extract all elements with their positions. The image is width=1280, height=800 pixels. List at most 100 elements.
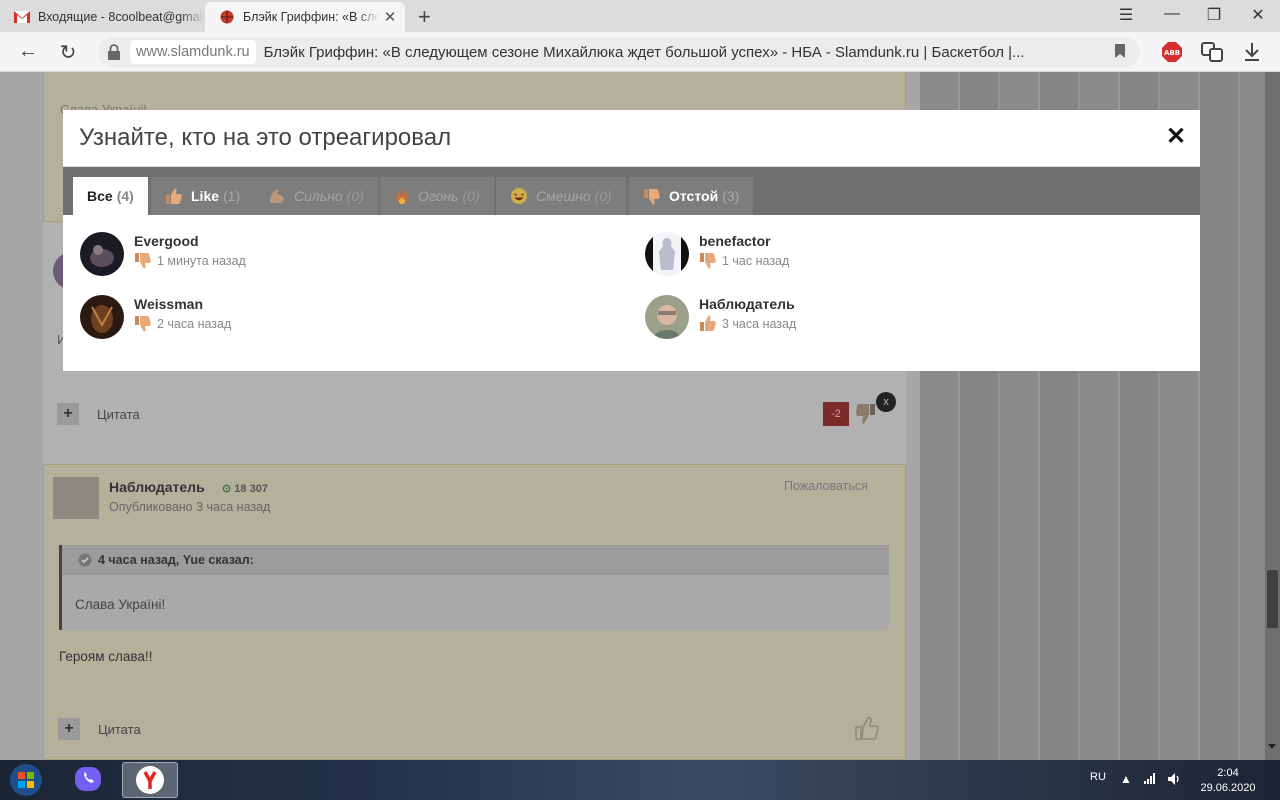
- translate-icon[interactable]: [1200, 40, 1224, 64]
- avatar[interactable]: [80, 232, 124, 276]
- tab-funny[interactable]: Смешно (0): [496, 177, 626, 215]
- language-indicator[interactable]: RU: [1090, 771, 1106, 783]
- address-bar: ← ↻ www.slamdunk.ru Блэйк Гриффин: «В сл…: [0, 32, 1280, 72]
- start-button[interactable]: [6, 762, 46, 798]
- lock-icon: [106, 43, 124, 61]
- user-name[interactable]: Weissman: [134, 296, 231, 312]
- gmail-icon: [14, 9, 30, 25]
- url-page-title: Блэйк Гриффин: «В следующем сезоне Михай…: [263, 43, 1025, 61]
- tab-count: (0): [462, 188, 480, 204]
- thumbs-down-icon: [643, 188, 661, 205]
- clock[interactable]: 2:04 29.06.2020: [1200, 766, 1256, 796]
- reputation-value: 18 307: [234, 483, 268, 495]
- tab-all[interactable]: Все (4): [73, 177, 148, 215]
- tab-like[interactable]: Like (1): [151, 177, 255, 215]
- reputation-badge: ⊙ 18 307: [222, 482, 268, 495]
- tab-count: (3): [722, 188, 740, 204]
- user-name[interactable]: Наблюдатель: [699, 296, 796, 312]
- avatar[interactable]: [53, 477, 99, 519]
- user-name[interactable]: benefactor: [699, 233, 789, 249]
- flexed-arm-icon: [268, 188, 286, 205]
- reputation-icon: ⊙: [222, 483, 232, 495]
- fire-icon: [394, 187, 410, 205]
- close-reaction-icon[interactable]: x: [876, 392, 896, 412]
- tab-title: Входящие - 8coolbeat@gmail.com: [38, 10, 205, 24]
- check-circle-icon: [78, 553, 92, 575]
- network-icon[interactable]: [1143, 772, 1157, 787]
- scroll-down-arrow-icon[interactable]: [1268, 744, 1276, 749]
- laughing-face-icon: [510, 187, 528, 205]
- thumbs-up-icon[interactable]: [854, 716, 880, 746]
- thumbs-down-icon: [699, 252, 717, 269]
- quote-button[interactable]: Цитата: [97, 407, 140, 422]
- close-icon[interactable]: ✕: [1166, 122, 1186, 151]
- quote-row: + Цитата: [58, 718, 141, 740]
- comment-text: Героям слава!!: [59, 649, 153, 664]
- list-item[interactable]: benefactor 1 час назад: [645, 232, 789, 276]
- user-name[interactable]: Evergood: [134, 233, 246, 249]
- reaction-score-badge[interactable]: -2: [823, 402, 849, 426]
- reload-button[interactable]: ↻: [56, 40, 80, 65]
- tab-count: (0): [594, 188, 612, 204]
- tab-count: (1): [223, 188, 241, 204]
- quote-text: Слава Україні!: [75, 597, 166, 612]
- url-field[interactable]: www.slamdunk.ru Блэйк Гриффин: «В следую…: [98, 37, 1140, 67]
- scrollbar-thumb[interactable]: [1267, 570, 1278, 628]
- tab-title: Блэйк Гриффин: «В следующем: [243, 10, 379, 24]
- comment-posted-time: Опубликовано 3 часа назад: [109, 500, 271, 514]
- menu-icon[interactable]: ☰: [1116, 5, 1136, 25]
- plus-icon[interactable]: +: [57, 403, 79, 425]
- reaction-time: 3 часа назад: [722, 316, 797, 331]
- thumbs-up-icon: [165, 187, 183, 205]
- quote-button[interactable]: Цитата: [98, 722, 141, 737]
- page-scrollbar[interactable]: [1265, 72, 1280, 760]
- report-link[interactable]: Пожаловаться: [784, 479, 868, 493]
- list-item[interactable]: Weissman 2 часа назад: [80, 295, 231, 339]
- tab-fire[interactable]: Огонь (0): [380, 177, 494, 215]
- tab-slamdunk[interactable]: Блэйк Гриффин: «В следующем ✕: [205, 2, 405, 32]
- list-item[interactable]: Evergood 1 минута назад: [80, 232, 246, 276]
- restore-button[interactable]: ❐: [1204, 5, 1224, 25]
- reaction-time: 1 минута назад: [157, 253, 246, 268]
- show-hidden-icons-icon[interactable]: ▲: [1120, 772, 1132, 786]
- quote-header-text: 4 часа назад, Yue сказал:: [98, 553, 254, 567]
- comment-author[interactable]: Наблюдатель: [109, 479, 205, 495]
- tab-gmail[interactable]: Входящие - 8coolbeat@gmail.com: [0, 2, 205, 32]
- avatar[interactable]: [645, 295, 689, 339]
- close-window-button[interactable]: ✕: [1248, 5, 1268, 25]
- list-item[interactable]: Наблюдатель 3 часа назад: [645, 295, 796, 339]
- plus-icon[interactable]: +: [58, 718, 80, 740]
- modal-title: Узнайте, кто на это отреагировал: [79, 124, 452, 151]
- thumbs-up-icon: [699, 315, 717, 332]
- tab-label: Отстой: [669, 188, 719, 204]
- thumbs-down-icon[interactable]: [855, 402, 877, 431]
- close-tab-icon[interactable]: ✕: [379, 8, 401, 26]
- avatar[interactable]: [645, 232, 689, 276]
- reaction-time: 1 час назад: [722, 253, 790, 268]
- back-button[interactable]: ←: [16, 40, 40, 63]
- adblock-icon[interactable]: ABB: [1160, 40, 1184, 64]
- quote-row: + Цитата: [57, 400, 897, 428]
- tab-label: Смешно: [536, 188, 591, 204]
- bookmark-icon[interactable]: [1108, 43, 1132, 61]
- avatar[interactable]: [80, 295, 124, 339]
- svg-text:ABB: ABB: [1164, 49, 1180, 57]
- tab-label: Все: [87, 188, 113, 204]
- clock-date: 29.06.2020: [1200, 782, 1256, 794]
- new-tab-button[interactable]: +: [418, 4, 431, 30]
- reaction-tabs: Все (4) Like (1) Сильно (0) Огонь (0) См…: [63, 167, 1200, 215]
- thumbs-down-icon: [134, 252, 152, 269]
- tab-count: (0): [346, 188, 364, 204]
- yandex-browser-icon[interactable]: [122, 762, 178, 798]
- download-icon[interactable]: [1240, 40, 1264, 64]
- volume-icon[interactable]: [1167, 772, 1181, 789]
- tab-sucks[interactable]: Отстой (3): [629, 177, 754, 215]
- tab-label: Сильно: [294, 188, 343, 204]
- tab-label: Like: [191, 188, 220, 204]
- viber-icon[interactable]: [60, 762, 116, 798]
- tab-count: (4): [116, 188, 134, 204]
- browser-tab-bar: Входящие - 8coolbeat@gmail.com Блэйк Гри…: [0, 0, 1280, 32]
- tab-strong[interactable]: Сильно (0): [254, 177, 378, 215]
- minimize-button[interactable]: —: [1162, 5, 1182, 23]
- reactions-modal: Узнайте, кто на это отреагировал ✕ Все (…: [63, 110, 1200, 371]
